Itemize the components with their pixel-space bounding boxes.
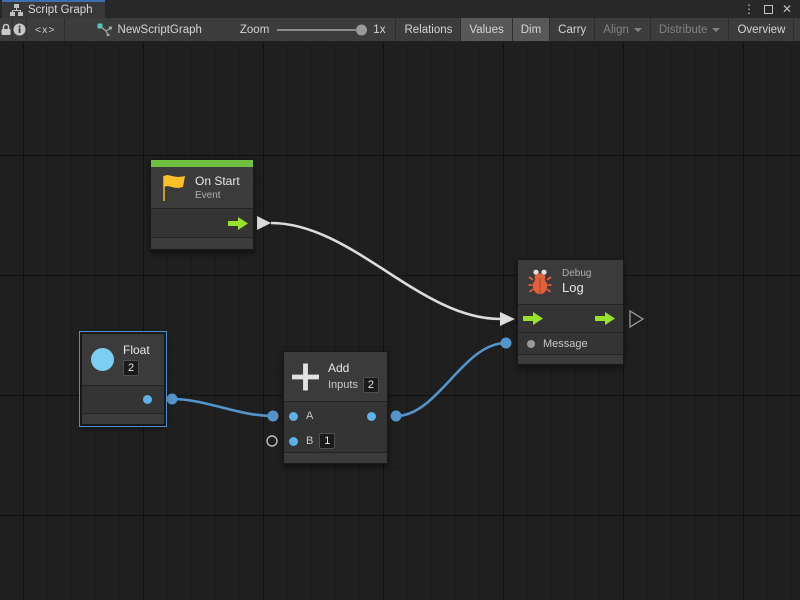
- distribute-label: Distribute: [659, 24, 708, 36]
- overview-button[interactable]: Overview: [729, 18, 793, 41]
- inputs-label: Inputs: [328, 379, 358, 391]
- node-title: On Start: [195, 174, 240, 189]
- add-input-b-value[interactable]: 1: [319, 433, 335, 449]
- float-header: Float 2: [82, 334, 164, 385]
- script-graph-window: Script Graph ⋮ ✕ <x>: [0, 0, 800, 600]
- message-port[interactable]: [527, 340, 535, 348]
- plus-icon: [292, 363, 319, 391]
- zoom-value: 1x: [373, 24, 385, 36]
- close-icon[interactable]: ✕: [782, 3, 792, 15]
- add-input-a-port[interactable]: [289, 412, 298, 421]
- values-button[interactable]: Values: [461, 18, 511, 41]
- message-port-label: Message: [543, 338, 588, 350]
- chevron-down-icon: [634, 28, 642, 32]
- hierarchy-icon: [10, 4, 23, 16]
- float-type-icon: [91, 348, 114, 371]
- relations-button[interactable]: Relations: [396, 18, 460, 41]
- float-value-input[interactable]: 2: [123, 360, 139, 376]
- add-port-row-b: B 1: [284, 430, 387, 452]
- node-footer: [82, 414, 164, 424]
- add-input-b-label: B: [306, 435, 313, 447]
- align-label: Align: [603, 24, 629, 36]
- float-port-row: [82, 386, 164, 413]
- info-button[interactable]: [13, 18, 26, 41]
- add-port-row-a: A: [284, 402, 387, 430]
- node-debug-log[interactable]: Debug Log Message: [517, 259, 624, 365]
- lock-button[interactable]: [0, 18, 12, 41]
- flag-icon: [159, 173, 187, 203]
- align-dropdown[interactable]: Align: [595, 18, 650, 41]
- zoom-slider-thumb[interactable]: [356, 24, 367, 35]
- bug-icon: [528, 269, 552, 296]
- node-on-start[interactable]: On Start Event: [150, 159, 254, 250]
- info-icon: [13, 23, 26, 36]
- chevron-down-icon: [712, 28, 720, 32]
- node-float[interactable]: Float 2: [81, 333, 165, 425]
- toolbar-right-group: Relations Values Dim Carry Align Distrib…: [395, 18, 800, 41]
- on-start-header: On Start Event: [151, 167, 253, 208]
- carry-button[interactable]: Carry: [550, 18, 594, 41]
- zoom-label: Zoom: [240, 24, 269, 36]
- node-footer: [151, 238, 253, 249]
- debug-log-message-row: Message: [518, 333, 623, 354]
- add-header: Add Inputs 2: [284, 352, 387, 401]
- debug-log-trigger-row: [518, 305, 623, 332]
- unconnected-port-circle-icon[interactable]: [267, 436, 277, 446]
- node-footer: [284, 453, 387, 463]
- inputs-count-input[interactable]: 2: [363, 377, 379, 393]
- graph-name[interactable]: NewScriptGraph: [87, 18, 212, 41]
- toolbar-separator: [64, 18, 65, 41]
- add-output-port[interactable]: [367, 412, 376, 421]
- float-output-port[interactable]: [143, 395, 152, 404]
- node-title: Add: [328, 361, 379, 376]
- node-footer: [518, 355, 623, 364]
- graph-asset-icon: [97, 23, 112, 36]
- zoom-control: Zoom 1x: [236, 18, 390, 41]
- code-icon: <x>: [35, 24, 56, 36]
- fullscreen-button[interactable]: Full Screen: [794, 18, 800, 41]
- add-input-b-port[interactable]: [289, 437, 298, 446]
- node-subtitle: Event: [195, 189, 240, 202]
- event-color-bar: [151, 160, 253, 167]
- trigger-output-arrow-icon[interactable]: [228, 217, 249, 230]
- tab-script-graph[interactable]: Script Graph: [2, 0, 105, 18]
- window-menu-icon[interactable]: ⋮: [743, 3, 755, 15]
- node-subtitle: Debug: [562, 267, 591, 280]
- window-controls: ⋮ ✕: [743, 0, 800, 18]
- titlebar: Script Graph ⋮ ✕: [0, 0, 800, 18]
- node-add[interactable]: Add Inputs 2 A B 1: [283, 351, 388, 464]
- add-input-a-label: A: [306, 410, 313, 422]
- wire-float-to-add[interactable]: [167, 394, 279, 422]
- maximize-icon[interactable]: [764, 5, 773, 14]
- dim-button[interactable]: Dim: [513, 18, 549, 41]
- node-title: Log: [562, 280, 591, 296]
- unconnected-trigger-triangle-icon[interactable]: [630, 311, 643, 327]
- lock-icon: [0, 23, 12, 36]
- zoom-slider[interactable]: [277, 29, 365, 31]
- on-start-port-row: [151, 209, 253, 237]
- trigger-output-arrow-icon[interactable]: [595, 312, 616, 325]
- tab-label: Script Graph: [28, 4, 93, 16]
- edit-script-button[interactable]: <x>: [27, 18, 64, 41]
- debug-log-header: Debug Log: [518, 260, 623, 304]
- node-title: Float: [123, 343, 150, 358]
- connection-layer: [0, 42, 800, 600]
- wire-onstart-to-log[interactable]: [257, 216, 515, 326]
- graph-canvas[interactable]: On Start Event: [0, 42, 800, 600]
- trigger-input-arrow-icon[interactable]: [523, 312, 544, 325]
- graph-name-label: NewScriptGraph: [118, 24, 202, 36]
- graph-toolbar: <x> NewScriptGraph Zoom 1x Relations Val…: [0, 18, 800, 42]
- wire-add-to-log[interactable]: [391, 338, 512, 422]
- distribute-dropdown[interactable]: Distribute: [651, 18, 729, 41]
